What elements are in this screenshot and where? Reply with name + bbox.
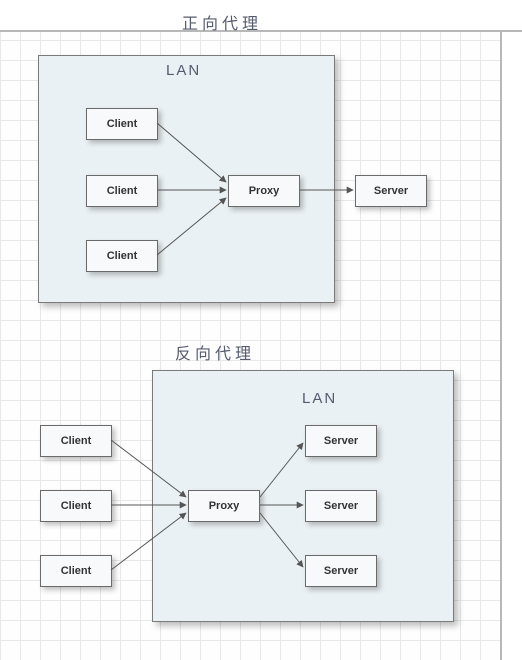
fwd-server: Server	[355, 175, 427, 207]
rev-server-1: Server	[305, 425, 377, 457]
fwd-proxy: Proxy	[228, 175, 300, 207]
reverse-proxy-title: 反向代理	[175, 340, 255, 364]
rev-client-2: Client	[40, 490, 112, 522]
reverse-proxy-lan-label: LAN	[302, 390, 337, 407]
fwd-client-3: Client	[86, 240, 158, 272]
rev-proxy: Proxy	[188, 490, 260, 522]
diagram-canvas: 正向代理 LAN Client Client Client Proxy Serv…	[0, 0, 522, 660]
forward-proxy-lan-label: LAN	[166, 62, 201, 79]
rev-client-1: Client	[40, 425, 112, 457]
fwd-client-2: Client	[86, 175, 158, 207]
fwd-client-1: Client	[86, 108, 158, 140]
rev-server-3: Server	[305, 555, 377, 587]
rev-client-3: Client	[40, 555, 112, 587]
rev-server-2: Server	[305, 490, 377, 522]
forward-proxy-title: 正向代理	[182, 10, 262, 34]
